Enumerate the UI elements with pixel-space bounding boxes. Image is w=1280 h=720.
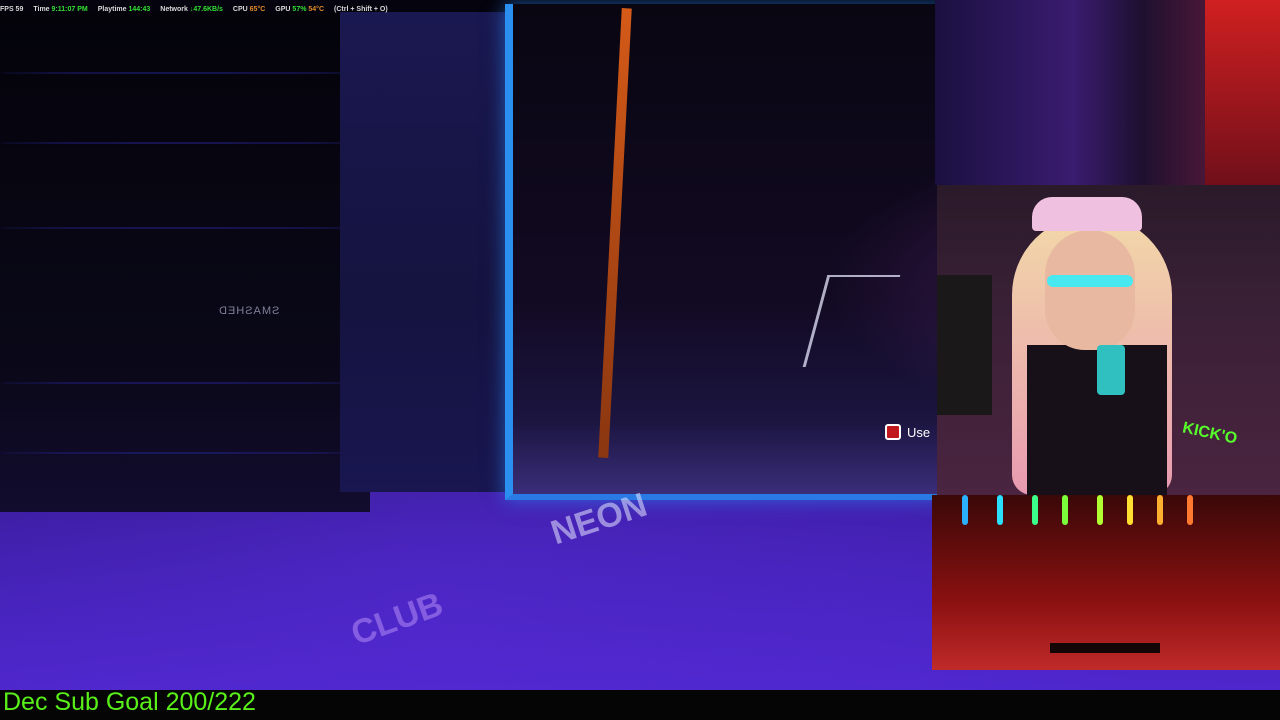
use-prompt[interactable]: Use [885,420,930,444]
stage-light-beam [1157,495,1163,525]
gpu-temp: 54°C [308,5,325,13]
sub-goal-text: Dec Sub Goal 200/222 [3,688,256,716]
playtime-readout: Playtime 144:43 [98,6,151,13]
network-value: ↓47.6KB/s [189,5,223,13]
concert-video-overlay [932,495,1280,670]
network-label: Network [160,5,188,13]
stage-light-beam [997,495,1003,525]
cpu-readout: CPU 65°C [233,6,265,13]
wall-wave-line [0,72,370,74]
stage-light-beam [1062,495,1068,525]
gpu-readout: GPU 57% 54°C [275,6,324,13]
streamer-face [1045,230,1135,350]
wall-wave-line [0,382,370,384]
wall-wave-line [0,452,370,454]
stage-light-beam [1032,495,1038,525]
wall-wave-line [0,142,370,144]
playtime-value: 144:43 [128,5,151,13]
cpu-label: CPU [232,5,248,13]
gpu-value: 57% [292,5,307,13]
performance-overlay: FPS 59 Time 9:11:07 PM Playtime 144:43 N… [0,3,388,15]
left-wall-panel [0,12,370,512]
microphone [1097,345,1125,395]
portal-screen[interactable] [505,4,946,500]
middle-wall-panel [340,12,520,492]
shortcut-hint: (Ctrl + Shift + O) [334,5,388,13]
fps-readout: FPS 59 [0,5,24,13]
network-readout: Network ↓47.6KB/s [160,6,223,13]
time-readout: Time 9:11:07 PM [33,6,87,13]
use-key-icon [885,424,901,440]
time-label: Time [33,5,50,13]
cpu-value: 65°C [249,5,266,13]
time-value: 9:11:07 PM [51,5,88,13]
chalkboard [937,275,992,415]
dj-stage [1050,643,1160,653]
playtime-label: Playtime [97,5,127,13]
use-label: Use [907,424,931,440]
webcam-overlay: KICK'O [937,185,1280,495]
stage-light-beam [1187,495,1193,525]
glow-glasses [1047,275,1133,287]
stage-light-beam [962,495,968,525]
wall-wave-line [0,227,370,229]
red-hair-figure [1205,0,1280,185]
cat-ear-headphones [1032,197,1142,231]
stage-light-beam [1127,495,1133,525]
gpu-label: GPU [275,5,291,13]
stage-light-beam [1097,495,1103,525]
mirrored-sign-text: SMASHED [218,305,280,317]
sponsor-text: KICK'O [1180,419,1239,448]
